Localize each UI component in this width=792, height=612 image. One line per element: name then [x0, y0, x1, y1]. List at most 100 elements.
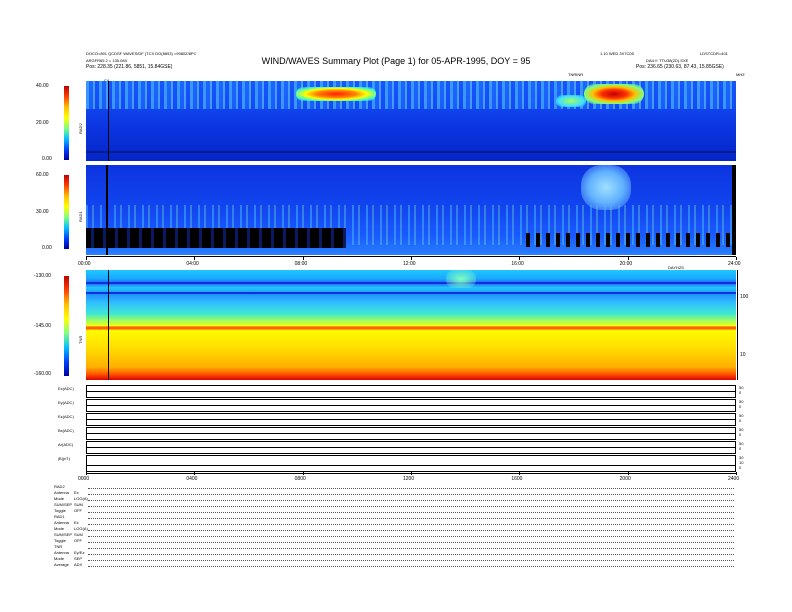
header-right-line1: 1.10 WED 3X7C05 [600, 51, 634, 56]
rad2-spectrogram [86, 81, 736, 161]
rad1-spectrogram [86, 165, 736, 255]
trace-line [87, 447, 735, 448]
time-axis-bottom-tick-mark [411, 472, 412, 475]
time-axis-top-tick-mark [302, 257, 304, 260]
time-axis-top-tick-mark [194, 257, 196, 260]
rad2-dark-line [86, 151, 736, 153]
rad1-black-band [86, 228, 346, 248]
mode-row-line [88, 566, 734, 568]
mode-row-line [88, 524, 734, 526]
rad2-marker-line [108, 81, 109, 161]
mode-row-line [88, 548, 734, 550]
mode-row-line [88, 506, 734, 508]
tnr-marker-line [108, 270, 109, 380]
mode-row-line [88, 500, 734, 502]
trace-label: Ex(ADC) [58, 386, 74, 391]
time-axis-bottom-tick-label: 0400 [186, 476, 198, 482]
header-right-line3: DAILY: TTU38(2D).SXE [646, 58, 689, 63]
rad1-tick-bottom: 0.00 [42, 245, 52, 251]
rad2-burst-1 [296, 87, 376, 101]
header-right-line4: Pos: 236.65 (230.63, 87.43, 15.85GSE) [636, 64, 724, 70]
mode-row-line [88, 542, 734, 544]
tnr-colorbar [64, 276, 69, 376]
rad2-tick-bottom: 0.00 [42, 156, 52, 162]
mode-row-line [88, 494, 734, 496]
trace-line [87, 391, 735, 392]
time-axis-bottom-tick-label: 0000 [78, 476, 90, 482]
mode-row-line [88, 536, 734, 538]
trace-label: |B|(nT) [58, 456, 71, 461]
mode-row-line [88, 530, 734, 532]
rad2-tick-top: 40.00 [36, 83, 49, 89]
time-axis-bottom-tick-mark [194, 472, 196, 475]
time-axis-bottom-tick-mark [627, 472, 629, 475]
time-axis-bottom-tick-label: 1200 [403, 476, 415, 482]
trace-right-tick: 0 [739, 446, 742, 451]
rad1-tick-mid: 30.00 [36, 209, 49, 215]
header-left-line2: ARGFR65 2 = 135.08X [86, 58, 128, 63]
trace-right-tick: 0 [739, 418, 742, 423]
tnr-blue-line-2 [86, 292, 736, 294]
trace-line [87, 405, 735, 406]
rad2-burst-3 [556, 95, 586, 107]
trace-label: Bx(ADC) [58, 428, 74, 433]
rad2-axis-label: RAD2 [78, 123, 83, 134]
header-left-line3: Pos: 228.35 (221.86, 5851, 15.84GSE) [86, 64, 173, 70]
time-axis-top-tick-label: 16:00 [511, 261, 524, 267]
tnr-axis-label: TNR [78, 335, 83, 344]
trace-label: Ez(ADC) [58, 414, 74, 419]
trace-line [87, 465, 735, 466]
trace-label: Ey(ADC) [58, 400, 74, 405]
time-axis-top-tick-mark [411, 257, 412, 260]
time-axis-top-tick-mark [86, 257, 87, 260]
time-axis-bottom-tick-label: 2400 [728, 476, 740, 482]
rad1-axis-label: RAD1 [78, 211, 83, 222]
trace-label: Ar(ADC) [58, 442, 74, 447]
tnr-burst [446, 270, 476, 288]
rad1-right-edge [732, 165, 736, 255]
time-axis-top-tick-mark [519, 257, 521, 260]
tnr-spectrogram [86, 270, 736, 380]
trace-right-tick: 0 [739, 432, 742, 437]
mhz-label: MHZ [736, 72, 745, 77]
mode-row-line [88, 560, 734, 562]
time-axis-bottom-tick-mark [86, 472, 87, 475]
trace-line [87, 433, 735, 434]
time-axis-bottom-tick-label: 0800 [294, 476, 306, 482]
trace-line [87, 419, 735, 420]
tnr-tick-top: -130.00 [34, 273, 51, 279]
time-axis-bottom-tick-mark [519, 472, 521, 475]
tnr-blue-line-1 [86, 282, 736, 284]
time-axis-top-tick-label: 12:00 [403, 261, 416, 267]
mode-row-line [88, 518, 734, 520]
header-right-line2: LDSTCDR=401 [700, 51, 728, 56]
time-axis-bottom-tick-label: 2000 [619, 476, 631, 482]
time-axis-top-tick-label: 08:00 [294, 261, 308, 267]
time-axis-top-tick-mark [736, 257, 737, 260]
tnr-tick-bottom: -160.00 [34, 371, 51, 377]
mode-row-line [88, 554, 734, 556]
time-axis-top-tick-label: 24:00 [728, 261, 741, 267]
rad1-colorbar [64, 175, 69, 249]
time-axis-bottom-tick-mark [302, 472, 304, 475]
rad2-tick-mid: 20.00 [36, 120, 49, 126]
time-axis-top-tick-label: 20:00 [619, 261, 633, 267]
trace-right-tick: 0 [739, 390, 742, 395]
tnr-tick-mid: -145.00 [34, 323, 51, 329]
time-axis-top-tick-label: 00:00 [78, 261, 91, 267]
top-axis-label: TNRINR [568, 72, 584, 77]
mode-key: Average [54, 562, 69, 567]
mode-value: ADX [74, 562, 83, 567]
tnr-plasma-line [86, 326, 736, 330]
mode-row-line [88, 488, 734, 490]
trace-right-tick: 0 [739, 465, 742, 470]
header-left-line1: DOCO=891 QCDSF WAVES/DF (TCX DO(8893) =9… [86, 51, 197, 56]
tnr-right-axis [737, 270, 738, 380]
rad2-colorbar [64, 86, 69, 160]
rad1-cloud [581, 165, 631, 210]
time-axis-top-tick-mark [627, 257, 629, 260]
rad2-burst-2 [584, 84, 644, 104]
trace-box [86, 455, 736, 472]
time-axis-bottom-tick-mark [736, 472, 737, 475]
tnr-right-tick-100: 100 [740, 294, 749, 300]
